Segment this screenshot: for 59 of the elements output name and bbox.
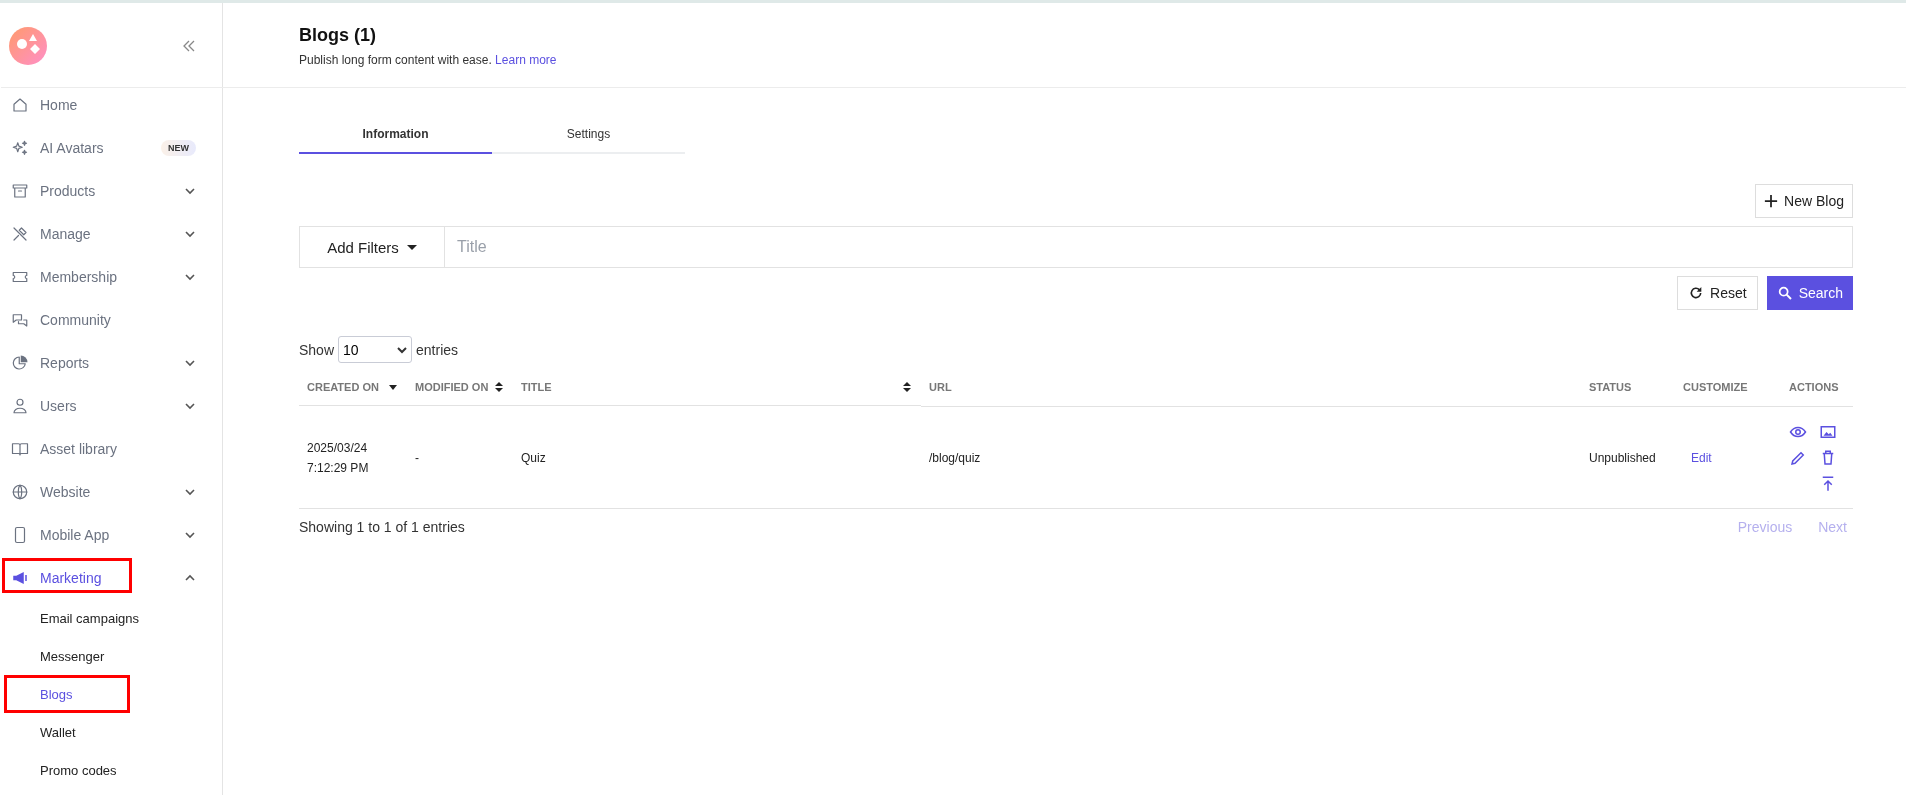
edit-link[interactable]: Edit	[1683, 450, 1712, 465]
reset-button[interactable]: Reset	[1677, 276, 1758, 310]
logo-icon	[9, 27, 47, 65]
user-icon	[11, 396, 29, 415]
table-cell-text: 2025/03/24 7:12:29 PM	[307, 439, 369, 477]
sort-icon	[903, 381, 911, 392]
learn-more-link[interactable]: Learn more	[495, 53, 557, 67]
submenu-item[interactable]: Promo codes	[0, 751, 222, 789]
tab[interactable]: Settings	[492, 116, 685, 154]
show-label: Show	[299, 341, 335, 358]
title-search-field[interactable]: Title	[444, 226, 1853, 268]
submenu-item[interactable]: Blogs	[0, 675, 222, 713]
pie-chart-icon	[11, 353, 29, 372]
table-cell: Unpublished	[1581, 407, 1675, 509]
page-description: Publish long form content with ease. Learn more	[299, 53, 558, 67]
table-cell: -	[407, 407, 513, 509]
column-header[interactable]: MODIFIED ON	[407, 368, 513, 406]
column-header: STATUS	[1581, 368, 1675, 407]
globe-icon	[11, 482, 29, 501]
new-blog-button[interactable]: New Blog	[1755, 184, 1853, 218]
tab[interactable]: Information	[299, 116, 492, 154]
sidebar-item[interactable]: Asset library	[0, 427, 222, 470]
column-header[interactable]: CREATED ON	[299, 368, 407, 406]
sidebar-item[interactable]: AI Avatars NEW	[0, 126, 222, 169]
search-button[interactable]: Search	[1766, 276, 1853, 310]
chevron-icon	[397, 345, 408, 354]
submenu-item[interactable]: Messenger	[0, 637, 222, 675]
sidebar-item[interactable]: Website	[0, 470, 222, 513]
table-cell: Quiz	[513, 407, 921, 509]
page-title: Blogs (1)	[299, 25, 377, 46]
table-cell: /blog/quiz	[921, 407, 1581, 509]
sidebar-item[interactable]: Marketing	[0, 556, 222, 599]
submenu-item[interactable]: Wallet	[0, 713, 222, 751]
add-filters-dropdown[interactable]: Add Filters	[299, 226, 444, 268]
sort-icon	[495, 381, 503, 392]
entries-label: entries	[416, 341, 459, 358]
entries-info: Showing 1 to 1 of 1 entries	[299, 519, 465, 535]
sidebar-item[interactable]: Reports	[0, 341, 222, 384]
sidebar-item[interactable]: Products	[0, 169, 222, 212]
new-badge: NEW	[161, 139, 196, 156]
column-header: CUSTOMIZE	[1675, 368, 1781, 407]
sidebar-item[interactable]: Manage	[0, 212, 222, 255]
archive-box-icon	[11, 181, 29, 200]
sidebar-item[interactable]: Community	[0, 298, 222, 341]
sparkle-icon	[11, 138, 29, 157]
collapse-sidebar-button[interactable]	[182, 39, 196, 53]
search-icon	[1776, 285, 1793, 301]
column-header: URL	[921, 368, 1581, 407]
tools-icon	[11, 224, 29, 243]
caret-icon	[406, 244, 417, 250]
sidebar-item[interactable]: Users	[0, 384, 222, 427]
column-header: ACTIONS	[1781, 368, 1853, 407]
sidebar-item[interactable]: Mobile App	[0, 513, 222, 556]
sidebar-item[interactable]: Membership	[0, 255, 222, 298]
submenu-item[interactable]: Email campaigns	[0, 599, 222, 637]
column-header[interactable]: TITLE	[513, 368, 921, 406]
page-size-select[interactable]: 10	[338, 336, 413, 363]
plus-icon	[1764, 194, 1779, 208]
sidebar-item[interactable]: Home	[0, 83, 222, 126]
